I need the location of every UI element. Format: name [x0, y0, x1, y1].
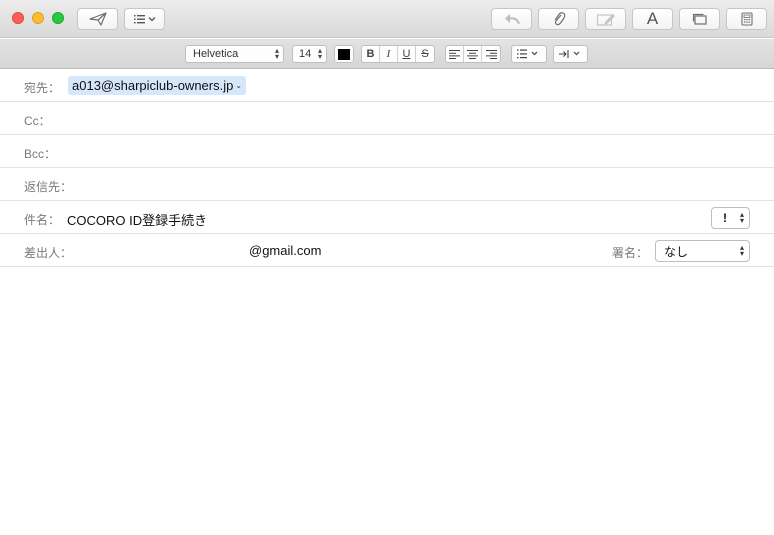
signature-select[interactable]: なし ▴ ▾ — [655, 240, 750, 262]
priority-select[interactable]: ! ▴ ▾ — [711, 207, 750, 229]
subject-field-row: 件名： COCORO ID登録手続き ! ▴ ▾ — [0, 201, 774, 234]
font-family-select[interactable]: Helvetica ▴ ▾ — [185, 45, 284, 63]
markup-icon — [596, 14, 615, 26]
indent-icon — [559, 50, 580, 58]
minimize-window-button[interactable] — [32, 12, 44, 24]
format-bar: Helvetica ▴ ▾ 14 ▴ ▾ B I U S — [0, 39, 774, 69]
updown-icon: ▴ ▾ — [317, 46, 322, 61]
window-icon — [692, 13, 707, 25]
signature-label: 署名： — [612, 246, 649, 260]
header-fields-icon — [133, 15, 155, 24]
markup-button[interactable] — [585, 8, 626, 30]
font-size-select[interactable]: 14 ▴ ▾ — [292, 45, 327, 63]
text-style-segment: B I U S — [361, 45, 435, 63]
send-button[interactable] — [77, 8, 118, 30]
recipient-token[interactable]: a013@sharpiclub-owners.jp ⌄ — [68, 76, 247, 95]
underline-button[interactable]: U — [398, 46, 416, 62]
text-color-well[interactable] — [334, 45, 354, 63]
font-family-value: Helvetica — [193, 48, 239, 60]
priority-value: ! — [723, 211, 727, 225]
reply-button[interactable] — [491, 8, 532, 30]
to-field-row: 宛先： a013@sharpiclub-owners.jp ⌄ — [0, 69, 774, 102]
chevron-down-icon: ⌄ — [235, 81, 243, 90]
recipient-address: a013@sharpiclub-owners.jp — [72, 78, 234, 93]
window-toolbar: A — [0, 0, 774, 38]
attach-icon — [554, 12, 565, 26]
updown-icon: ▴ ▾ — [739, 210, 744, 225]
attach-button[interactable] — [538, 8, 579, 30]
from-field-row: 差出人： @gmail.com 署名： なし ▴ ▾ — [0, 234, 774, 267]
color-swatch — [338, 48, 350, 60]
alignment-segment — [445, 45, 501, 63]
align-right-icon — [485, 49, 497, 59]
header-fields-button[interactable] — [124, 8, 165, 30]
italic-button[interactable]: I — [380, 46, 398, 62]
subject-input[interactable]: COCORO ID登録手続き — [67, 210, 207, 229]
from-label: 差出人： — [24, 246, 73, 260]
message-body[interactable] — [0, 267, 774, 535]
subject-label: 件名： — [24, 213, 61, 227]
zoom-window-button[interactable] — [52, 12, 64, 24]
cc-field-row[interactable]: Cc： — [0, 102, 774, 135]
signature-value: なし — [664, 244, 689, 259]
reply-icon — [504, 14, 520, 25]
align-right-button[interactable] — [482, 46, 500, 62]
font-size-value: 14 — [299, 48, 312, 60]
align-left-icon — [449, 49, 460, 59]
updown-icon: ▴ ▾ — [274, 46, 279, 61]
updown-icon: ▴ ▾ — [739, 243, 744, 258]
close-window-button[interactable] — [12, 12, 24, 24]
indent-menu[interactable] — [553, 45, 588, 63]
window-button[interactable] — [679, 8, 720, 30]
align-center-icon — [467, 49, 478, 59]
reply-to-field-row[interactable]: 返信先： — [0, 168, 774, 201]
bold-button[interactable]: B — [362, 46, 380, 62]
to-label: 宛先： — [24, 81, 61, 95]
fonts-button[interactable]: A — [632, 8, 673, 30]
reply-to-label: 返信先： — [24, 180, 73, 194]
bcc-label: Bcc： — [24, 147, 57, 161]
font-icon: A — [646, 9, 659, 28]
send-icon — [88, 12, 107, 26]
bcc-field-row[interactable]: Bcc： — [0, 135, 774, 168]
list-icon — [517, 49, 538, 59]
browser-icon — [740, 12, 753, 26]
cc-label: Cc： — [24, 114, 51, 128]
list-style-menu[interactable] — [511, 45, 547, 63]
strikethrough-button[interactable]: S — [416, 46, 434, 62]
align-center-button[interactable] — [464, 46, 482, 62]
photo-browser-button[interactable] — [726, 8, 767, 30]
align-left-button[interactable] — [446, 46, 464, 62]
from-address[interactable]: @gmail.com — [249, 243, 321, 258]
